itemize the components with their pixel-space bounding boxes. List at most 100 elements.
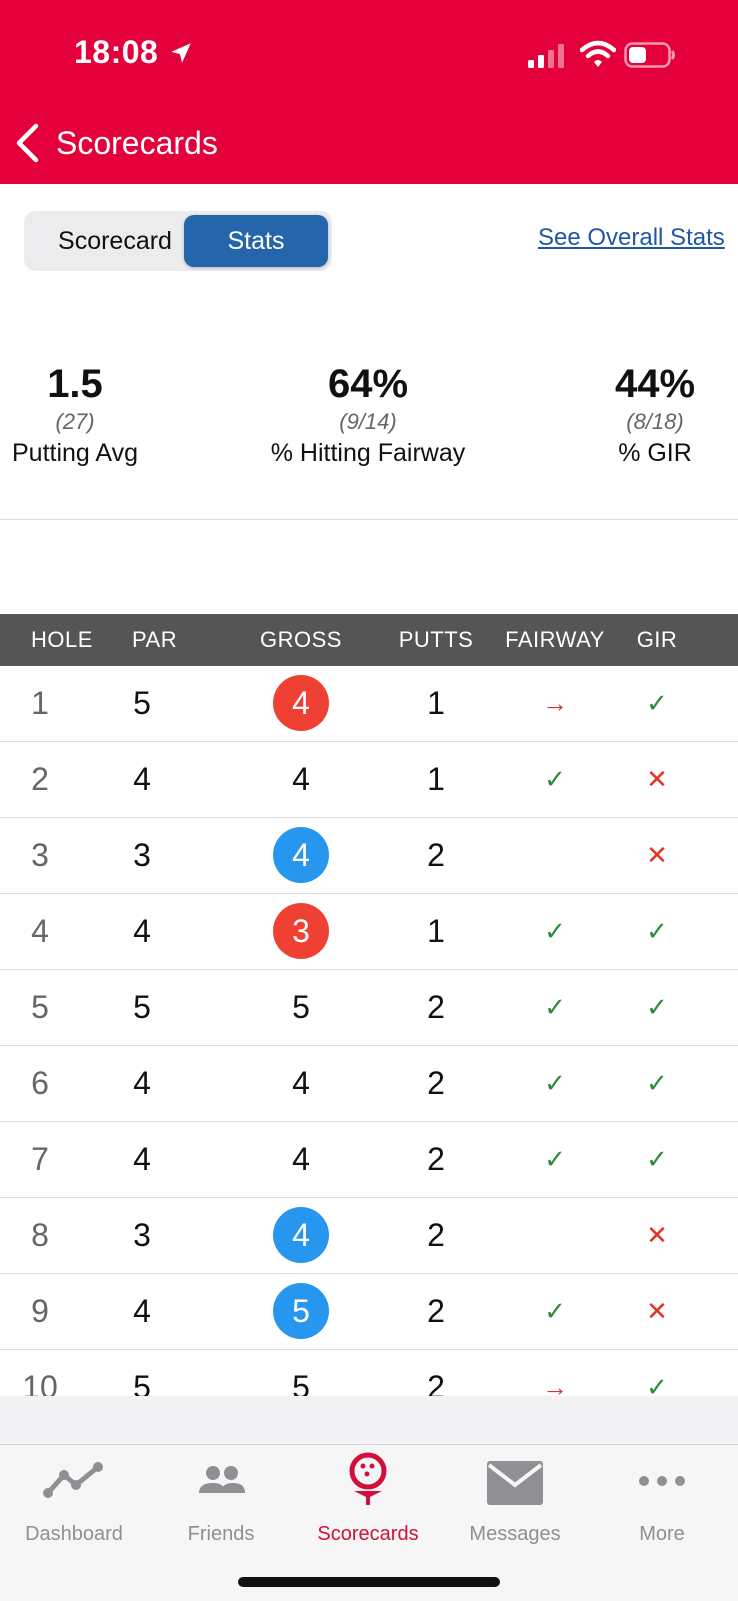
stat-detail: (27) [55,409,95,434]
view-segmented-control: Scorecard Stats [24,211,332,271]
people-icon [199,1466,245,1493]
segment-scorecard[interactable]: Scorecard [28,215,202,267]
over-par-score-badge: 5 [273,1283,329,1339]
header-gir: GIR [636,627,678,652]
over-par-score-badge: 4 [273,1207,329,1263]
tab-messages[interactable]: Messages [441,1445,589,1565]
segment-stats[interactable]: Stats [184,215,328,267]
putts-value: 2 [427,1217,445,1253]
tab-friends[interactable]: Friends [147,1445,295,1565]
fairway-hit-check-icon: ✓ [544,1296,566,1326]
putts-value: 1 [427,913,445,949]
hole-number: 1 [31,685,49,721]
header-putts: PUTTS [398,627,474,652]
table-row: 1 5 4 1 → ✓ [0,666,738,742]
tab-more[interactable]: More [588,1445,736,1565]
gir-hit-check-icon: ✓ [646,1372,668,1396]
stat-gir: 44% (8/18) % GIR [610,362,700,468]
header-fairway: FAIRWAY [505,627,605,652]
under-par-score-badge: 3 [273,903,329,959]
more-dots-icon [639,1476,685,1486]
stat-putting-avg: 1.5 (27) Putting Avg [0,362,150,468]
stat-label: Putting Avg [11,439,139,467]
stat-label: % Hitting Fairway [270,439,466,467]
hole-number: 6 [31,1065,49,1101]
gross-score: 3 [270,894,332,969]
fairway-empty [515,818,595,893]
putts-value: 2 [427,1369,445,1396]
back-button[interactable]: Scorecards [14,118,218,168]
gross-score: 5 [292,989,310,1025]
stat-value: 64% [327,362,409,406]
stat-detail: (9/14) [339,409,397,434]
stat-detail: (8/18) [626,409,684,434]
gross-score: 4 [270,818,332,893]
tab-label: Friends [187,1523,255,1545]
cellular-signal-icon [528,44,564,68]
par-value: 5 [133,989,151,1025]
table-row: 5 5 5 2 ✓ ✓ [0,970,738,1046]
putts-value: 2 [427,837,445,873]
hole-number: 9 [31,1293,49,1329]
gir-miss-x-icon: ✕ [646,1220,668,1250]
fairway-hit-check-icon: ✓ [544,1068,566,1098]
gir-miss-x-icon: ✕ [646,840,668,870]
over-par-score-badge: 4 [273,827,329,883]
fairway-missed-right-icon: → [542,688,568,718]
tab-bar: Dashboard Friends Scorecards Messages Mo… [0,1444,738,1601]
stat-value: 44% [614,362,696,406]
tab-label: More [639,1523,685,1545]
gross-score: 4 [270,1198,332,1273]
par-value: 5 [133,685,151,721]
home-indicator [238,1577,500,1587]
par-value: 3 [133,837,151,873]
putts-value: 2 [427,1141,445,1177]
envelope-icon [487,1461,543,1505]
tab-dashboard[interactable]: Dashboard [0,1445,148,1565]
under-par-score-badge: 4 [273,675,329,731]
golf-ball-tee-icon [349,1452,387,1505]
gross-score: 5 [292,1369,310,1396]
par-value: 4 [133,913,151,949]
see-overall-stats-link[interactable]: See Overall Stats [538,224,725,252]
tab-label: Messages [469,1523,561,1545]
fairway-hit-check-icon: ✓ [544,916,566,946]
battery-icon [624,42,675,68]
par-value: 3 [133,1217,151,1253]
tab-scorecards[interactable]: Scorecards [294,1445,442,1565]
wifi-icon [580,40,616,67]
par-value: 5 [133,1369,151,1396]
gir-hit-check-icon: ✓ [646,992,668,1022]
table-row: 6 4 4 2 ✓ ✓ [0,1046,738,1122]
chevron-left-icon [16,123,39,163]
table-row: 10 5 5 2 → ✓ [0,1350,738,1396]
back-label: Scorecards [56,124,218,161]
putts-value: 1 [427,761,445,797]
hole-number: 8 [31,1217,49,1253]
gir-hit-check-icon: ✓ [646,1144,668,1174]
gir-miss-x-icon: ✕ [646,1296,668,1326]
par-value: 4 [133,1141,151,1177]
hole-number: 10 [22,1369,58,1396]
status-time: 18:08 [74,34,159,70]
putts-value: 2 [427,1065,445,1101]
putts-value: 1 [427,685,445,721]
location-arrow-icon [171,43,191,63]
gross-score: 4 [292,1065,310,1101]
gir-miss-x-icon: ✕ [646,764,668,794]
table-row: 7 4 4 2 ✓ ✓ [0,1122,738,1198]
table-row: 2 4 4 1 ✓ ✕ [0,742,738,818]
par-value: 4 [133,1065,151,1101]
stat-value: 1.5 [47,362,103,406]
gir-hit-check-icon: ✓ [646,1068,668,1098]
content-bottom-gap [0,1396,738,1444]
par-value: 4 [133,761,151,797]
hole-number: 5 [31,989,49,1025]
score-table-body[interactable]: 1 5 4 1 → ✓ 2 4 4 1 ✓ ✕ 3 3 4 2 ✕ 4 4 3 1 ✓ ✓ 5 5 5 2 ✓ ✓ 6 4 4 2 ✓ ✓ 7 4 4 2 ✓… [0,666,738,1396]
table-header: HOLE PAR GROSS PUTTS FAIRWAY GIR [0,614,738,666]
gir-hit-check-icon: ✓ [646,688,668,718]
fairway-hit-check-icon: ✓ [544,1144,566,1174]
section-divider [0,519,738,520]
table-row: 3 3 4 2 ✕ [0,818,738,894]
putts-value: 2 [427,989,445,1025]
